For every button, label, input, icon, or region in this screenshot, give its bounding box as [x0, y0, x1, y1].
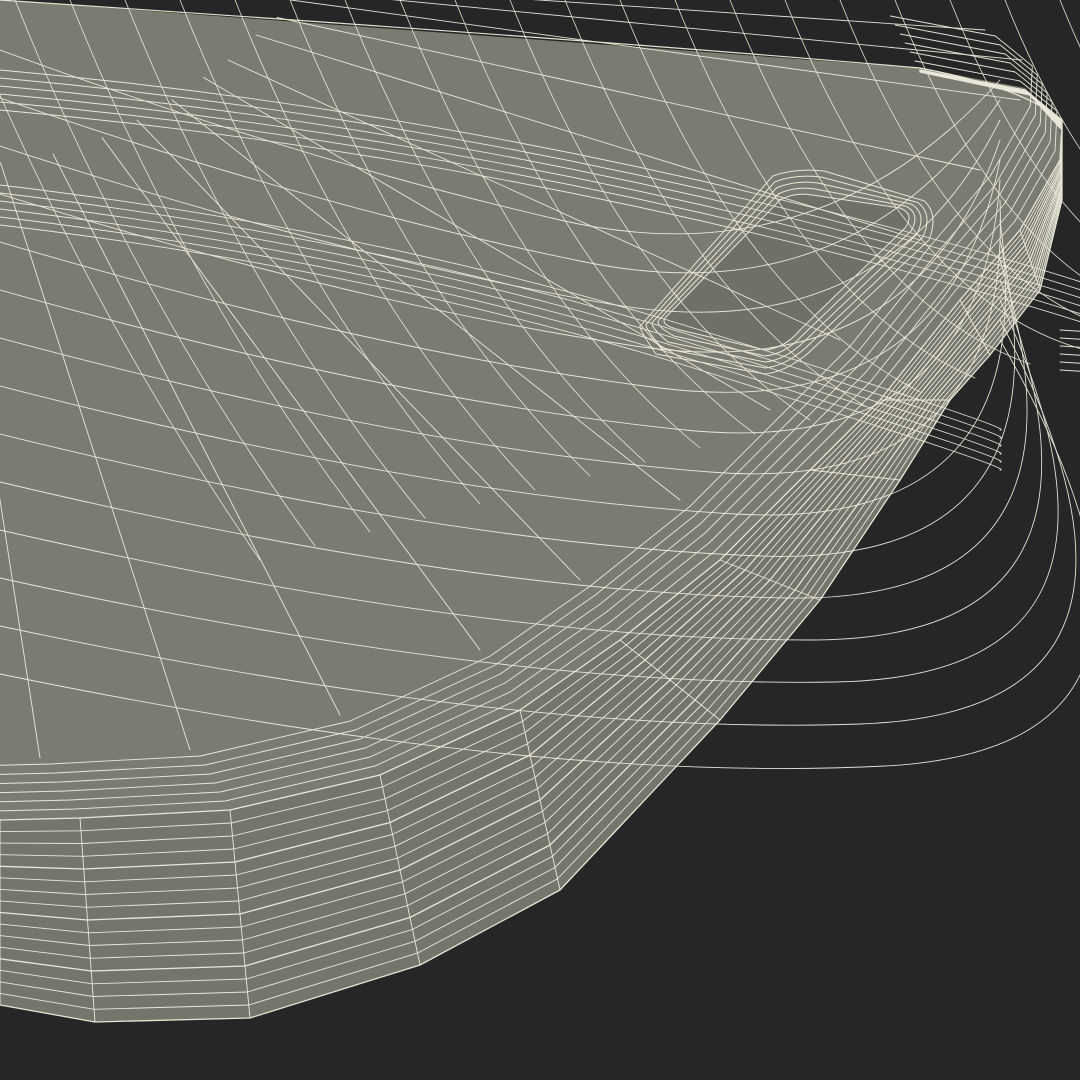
wireframe-render — [0, 0, 1080, 1080]
